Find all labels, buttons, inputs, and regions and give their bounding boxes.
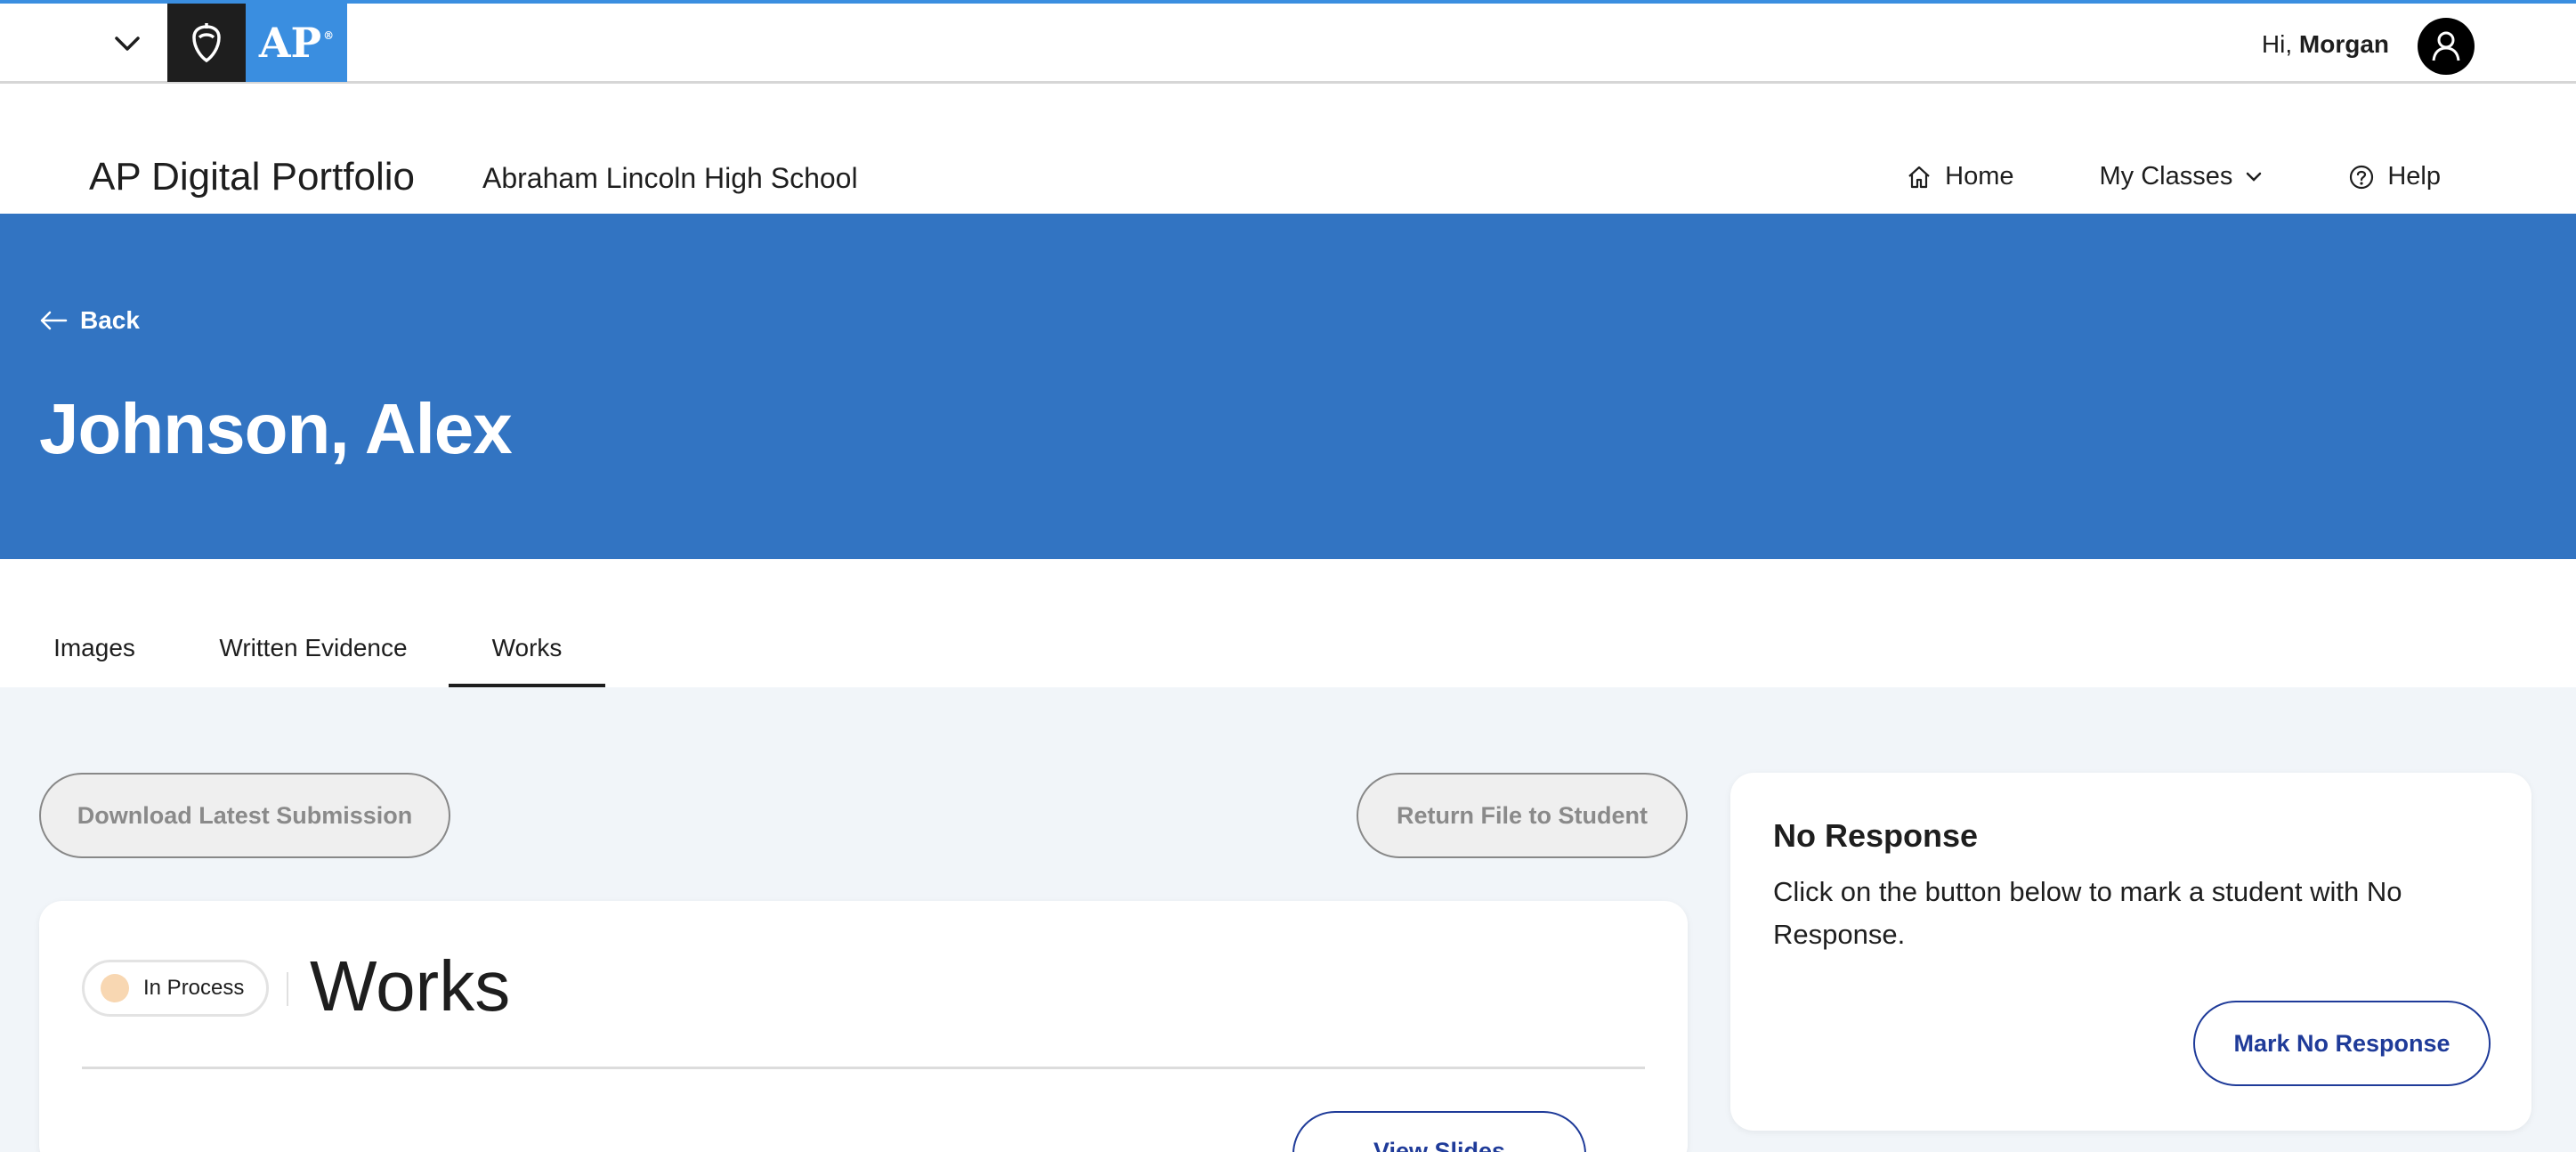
user-greeting: Hi, Morgan xyxy=(2262,30,2389,59)
menu-chevron-button[interactable] xyxy=(107,23,148,64)
user-name: Morgan xyxy=(2298,30,2389,58)
arrow-left-icon xyxy=(40,311,68,330)
nav-home-label: Home xyxy=(1945,162,2014,191)
global-top-bar: AP ® Hi, Morgan xyxy=(0,0,2576,84)
nav-my-classes-label: My Classes xyxy=(2099,162,2233,191)
chevron-down-icon xyxy=(2247,172,2262,182)
student-hero-banner: Back Johnson, Alex xyxy=(0,214,2576,559)
ap-logo-text: AP xyxy=(258,19,322,67)
status-badge: In Process xyxy=(82,960,269,1017)
acorn-shield-icon xyxy=(192,23,221,63)
main-nav: Home My Classes Help xyxy=(1906,162,2441,191)
ap-logo[interactable]: AP ® xyxy=(246,4,347,82)
site-title[interactable]: AP Digital Portfolio xyxy=(89,155,415,199)
nav-help[interactable]: Help xyxy=(2348,162,2441,191)
no-response-description: Click on the button below to mark a stud… xyxy=(1773,876,2402,950)
ap-logo-mark: ® xyxy=(323,29,335,42)
return-file-button[interactable]: Return File to Student xyxy=(1357,773,1688,858)
greeting-prefix: Hi, xyxy=(2261,30,2299,58)
help-circle-icon xyxy=(2350,165,2374,189)
tab-written-evidence[interactable]: Written Evidence xyxy=(207,634,420,687)
no-response-title: No Response xyxy=(1773,817,1979,854)
nav-help-label: Help xyxy=(2387,162,2441,191)
home-icon xyxy=(1908,166,1930,188)
download-latest-submission-button[interactable]: Download Latest Submission xyxy=(39,773,450,858)
tab-images[interactable]: Images xyxy=(39,634,150,687)
view-slides-button[interactable]: View Slides xyxy=(1292,1111,1586,1152)
avatar-button[interactable] xyxy=(2418,18,2475,75)
works-title: Works xyxy=(310,946,511,1026)
main-content: Download Latest Submission Return File t… xyxy=(0,687,2576,1152)
tab-works[interactable]: Works xyxy=(449,634,605,687)
tab-bar: Images Written Evidence Works xyxy=(0,559,2576,687)
divider xyxy=(287,972,288,1006)
back-label: Back xyxy=(80,306,140,334)
school-name: Abraham Lincoln High School xyxy=(482,162,858,194)
chevron-down-icon xyxy=(115,37,140,51)
no-response-card: No Response Click on the button below to… xyxy=(1730,773,2531,1131)
works-card: In Process Works View Slides xyxy=(39,901,1688,1152)
back-link[interactable]: Back xyxy=(39,306,140,335)
collegeboard-logo[interactable] xyxy=(167,4,246,82)
nav-my-classes[interactable]: My Classes xyxy=(2099,162,2263,191)
status-dot xyxy=(101,974,129,1002)
status-label: In Process xyxy=(143,976,245,1000)
nav-home[interactable]: Home xyxy=(1906,162,2013,191)
horizontal-divider xyxy=(82,1067,1645,1069)
student-name: Johnson, Alex xyxy=(39,389,513,468)
mark-no-response-button[interactable]: Mark No Response xyxy=(2193,1001,2491,1086)
user-icon xyxy=(2432,31,2460,61)
